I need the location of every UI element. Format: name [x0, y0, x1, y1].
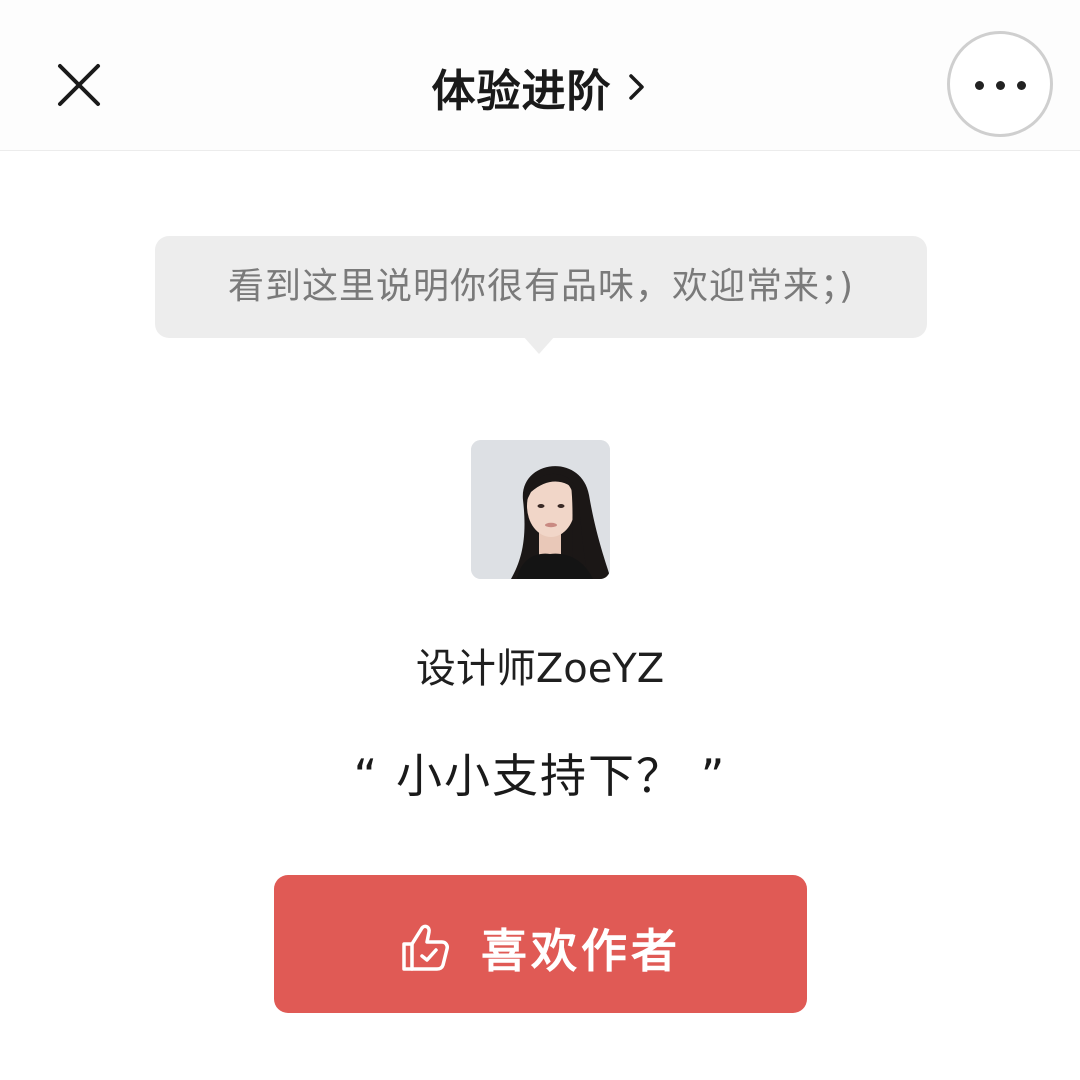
- support-quote: “ 小小支持下？ ”: [353, 749, 727, 803]
- message-bubble: 看到这里说明你很有品味，欢迎常来；): [155, 236, 927, 338]
- nav-header: 体验进阶: [0, 0, 1080, 151]
- message-bubble-tail: [523, 336, 555, 354]
- thumbs-up-icon: [402, 924, 449, 971]
- page-title-link[interactable]: 体验进阶: [0, 55, 1080, 119]
- like-author-button[interactable]: 喜欢作者: [274, 875, 807, 1013]
- more-dots-icon-dot: [996, 81, 1005, 90]
- author-name: 设计师ZoeYZ: [415, 646, 665, 692]
- more-dots-icon: [975, 81, 984, 90]
- more-dots-icon-dot: [1017, 81, 1026, 90]
- like-button-label: 喜欢作者: [481, 924, 682, 978]
- reward-page: 体验进阶 看到这里说明你很有品味，欢迎常来；) 设计师ZoeYZ “ 小小支持下…: [0, 0, 1080, 1080]
- like-button-content: 喜欢作者: [400, 915, 681, 981]
- author-avatar[interactable]: [471, 440, 610, 579]
- avatar-portrait: [471, 440, 610, 579]
- chevron-right-icon: [628, 74, 644, 100]
- more-options-button[interactable]: [947, 31, 1053, 137]
- page-title: 体验进阶: [431, 66, 612, 117]
